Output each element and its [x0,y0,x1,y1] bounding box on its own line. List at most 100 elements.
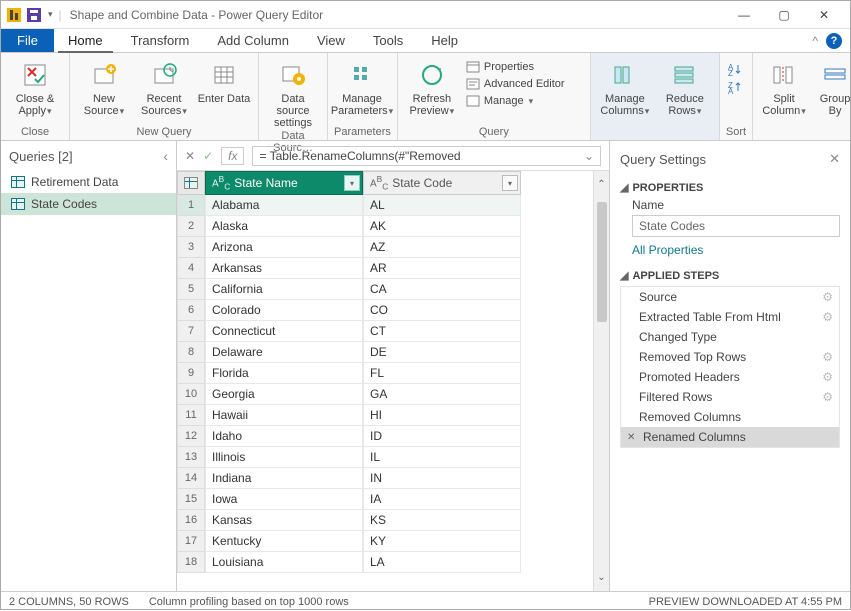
cell-state-code[interactable]: AK [363,216,521,237]
gear-icon[interactable]: ⚙ [822,370,833,384]
column-header-state-name[interactable]: ABC State Name ▾ [205,171,363,195]
gear-icon[interactable]: ⚙ [822,350,833,364]
add-column-tab[interactable]: Add Column [203,29,303,52]
close-apply-button[interactable]: Close & Apply▾ [7,55,63,117]
transform-tab[interactable]: Transform [117,29,204,52]
cell-state-name[interactable]: Iowa [205,489,363,510]
applied-step[interactable]: Filtered Rows⚙ [621,387,839,407]
query-item-retirement[interactable]: Retirement Data [1,171,176,193]
advanced-editor-button[interactable]: Advanced Editor [464,76,584,92]
table-row[interactable]: 16KansasKS [177,510,593,531]
table-row[interactable]: 1AlabamaAL [177,195,593,216]
applied-step[interactable]: Promoted Headers⚙ [621,367,839,387]
save-icon[interactable] [27,8,41,22]
cell-state-code[interactable]: DE [363,342,521,363]
cell-state-name[interactable]: Arizona [205,237,363,258]
grid-corner[interactable] [177,171,205,195]
manage-parameters-button[interactable]: Manage Parameters▾ [334,55,390,117]
table-row[interactable]: 10GeorgiaGA [177,384,593,405]
enter-data-button[interactable]: Enter Data [196,55,252,105]
help-icon[interactable]: ? [826,33,842,49]
data-source-settings-button[interactable]: Data source settings [265,55,321,129]
applied-step[interactable]: Source⚙ [621,287,839,307]
cell-state-code[interactable]: IA [363,489,521,510]
sort-asc-button[interactable]: AZ [726,61,744,77]
filter-icon[interactable]: ▾ [502,175,518,191]
vertical-scrollbar[interactable]: ⌃ ⌄ [593,171,609,591]
cell-state-name[interactable]: Idaho [205,426,363,447]
cell-state-code[interactable]: HI [363,405,521,426]
table-row[interactable]: 18LouisianaLA [177,552,593,573]
column-header-state-code[interactable]: ABC State Code ▾ [363,171,521,195]
cell-state-name[interactable]: Colorado [205,300,363,321]
properties-button[interactable]: Properties [464,59,584,75]
table-row[interactable]: 13IllinoisIL [177,447,593,468]
home-tab[interactable]: Home [54,29,117,52]
table-row[interactable]: 4ArkansasAR [177,258,593,279]
cell-state-code[interactable]: GA [363,384,521,405]
recent-sources-button[interactable]: Recent Sources▾ [136,55,192,117]
table-row[interactable]: 15IowaIA [177,489,593,510]
cell-state-code[interactable]: AR [363,258,521,279]
cell-state-code[interactable]: CA [363,279,521,300]
formula-input[interactable]: = Table.RenameColumns(#"Removed ⌄ [252,146,601,166]
table-row[interactable]: 6ColoradoCO [177,300,593,321]
cell-state-name[interactable]: California [205,279,363,300]
new-source-button[interactable]: New Source▾ [76,55,132,117]
cell-state-code[interactable]: IN [363,468,521,489]
scroll-up-icon[interactable]: ⌃ [597,179,605,190]
query-name-input[interactable] [632,215,840,237]
manage-columns-button[interactable]: Manage Columns▾ [597,55,653,117]
cell-state-name[interactable]: Connecticut [205,321,363,342]
cell-state-name[interactable]: Illinois [205,447,363,468]
cell-state-code[interactable]: KY [363,531,521,552]
filter-icon[interactable]: ▾ [344,175,360,191]
reduce-rows-button[interactable]: Reduce Rows▾ [657,55,713,117]
cell-state-name[interactable]: Hawaii [205,405,363,426]
cell-state-code[interactable]: KS [363,510,521,531]
help-tab[interactable]: Help [417,29,472,52]
accept-formula-icon[interactable]: ✓ [203,149,213,163]
cell-state-name[interactable]: Louisiana [205,552,363,573]
cell-state-name[interactable]: Georgia [205,384,363,405]
cell-state-code[interactable]: AL [363,195,521,216]
table-row[interactable]: 8DelawareDE [177,342,593,363]
scroll-down-icon[interactable]: ⌄ [597,572,605,583]
collapse-queries-icon[interactable]: ‹ [163,148,168,164]
applied-step[interactable]: Extracted Table From Html⚙ [621,307,839,327]
table-row[interactable]: 2AlaskaAK [177,216,593,237]
cell-state-name[interactable]: Kansas [205,510,363,531]
table-row[interactable]: 14IndianaIN [177,468,593,489]
cell-state-code[interactable]: CO [363,300,521,321]
cell-state-name[interactable]: Alaska [205,216,363,237]
qat-dropdown-icon[interactable]: ▾ [48,9,53,20]
group-by-button[interactable]: Group By [813,55,851,117]
table-row[interactable]: 9FloridaFL [177,363,593,384]
refresh-preview-button[interactable]: Refresh Preview▾ [404,55,460,117]
table-row[interactable]: 17KentuckyKY [177,531,593,552]
formula-dropdown-icon[interactable]: ⌄ [584,149,594,163]
table-row[interactable]: 5CaliforniaCA [177,279,593,300]
gear-icon[interactable]: ⚙ [822,290,833,304]
applied-step[interactable]: Changed Type [621,327,839,347]
cell-state-name[interactable]: Kentucky [205,531,363,552]
cell-state-code[interactable]: CT [363,321,521,342]
collapse-ribbon-icon[interactable]: ^ [812,34,818,48]
cell-state-name[interactable]: Alabama [205,195,363,216]
applied-step[interactable]: Removed Top Rows⚙ [621,347,839,367]
gear-icon[interactable]: ⚙ [822,310,833,324]
cell-state-name[interactable]: Delaware [205,342,363,363]
scroll-thumb[interactable] [597,202,607,322]
table-row[interactable]: 7ConnecticutCT [177,321,593,342]
close-window-button[interactable]: ✕ [804,2,844,28]
cell-state-code[interactable]: AZ [363,237,521,258]
gear-icon[interactable]: ⚙ [822,390,833,404]
cell-state-name[interactable]: Arkansas [205,258,363,279]
cell-state-code[interactable]: ID [363,426,521,447]
cell-state-code[interactable]: IL [363,447,521,468]
query-item-state-codes[interactable]: State Codes [1,193,176,215]
fx-icon[interactable]: fx [221,147,244,165]
all-properties-link[interactable]: All Properties [632,243,840,257]
tools-tab[interactable]: Tools [359,29,417,52]
cell-state-name[interactable]: Florida [205,363,363,384]
